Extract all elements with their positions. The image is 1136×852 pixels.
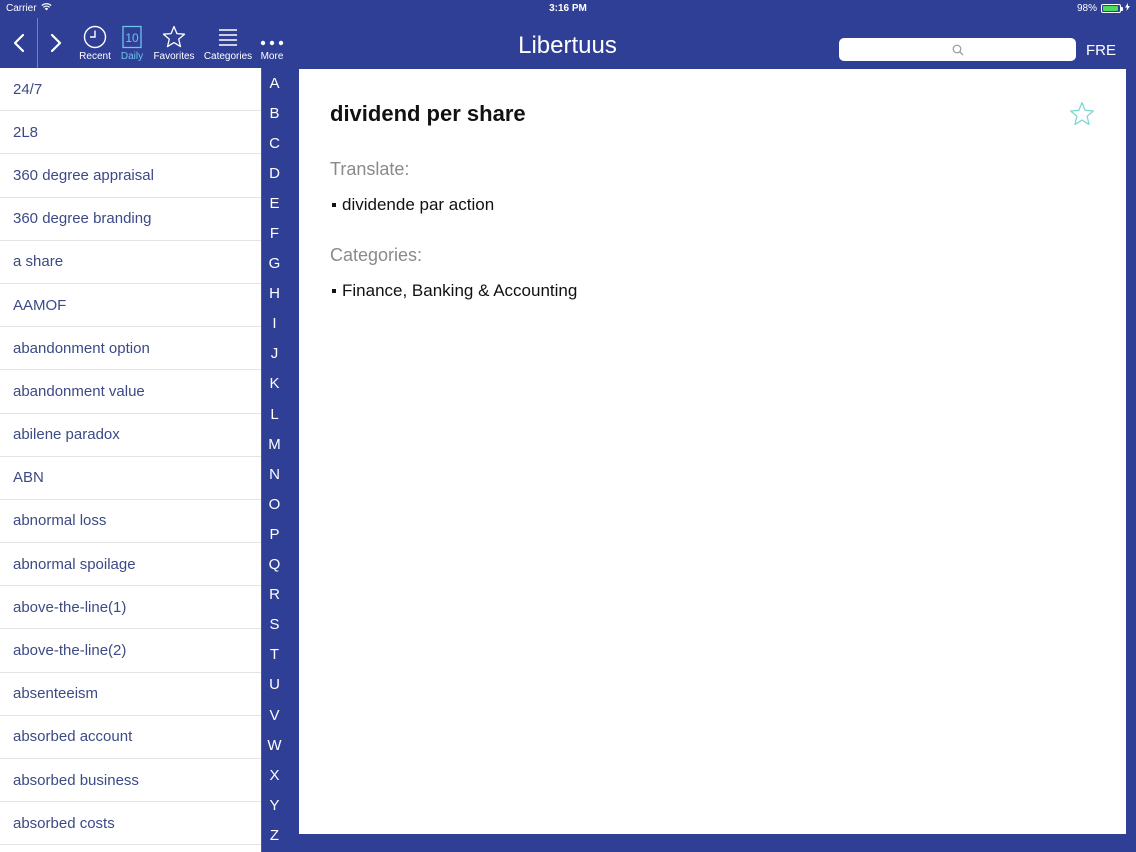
status-time: 3:16 PM bbox=[549, 3, 587, 14]
list-item[interactable]: above-the-line(2) bbox=[0, 629, 261, 673]
chevron-left-icon bbox=[13, 33, 25, 53]
search-box[interactable] bbox=[839, 38, 1076, 61]
index-letter[interactable]: L bbox=[262, 399, 287, 429]
app-title: Libertuus bbox=[518, 32, 617, 59]
list-item[interactable]: 360 degree branding bbox=[0, 198, 261, 241]
language-button[interactable]: FRE bbox=[1086, 42, 1116, 59]
favorite-toggle[interactable] bbox=[1069, 101, 1095, 127]
index-letter[interactable]: T bbox=[262, 640, 287, 670]
daily-button[interactable]: 10 Daily bbox=[118, 24, 146, 66]
categories-label: Categories bbox=[203, 51, 253, 62]
recent-button[interactable]: Recent bbox=[78, 24, 112, 66]
list-item[interactable]: a share bbox=[0, 241, 261, 284]
nav-divider bbox=[37, 18, 38, 68]
index-letter[interactable]: S bbox=[262, 610, 287, 640]
star-icon bbox=[162, 25, 186, 48]
daily-number: 10 bbox=[125, 31, 139, 45]
search-input[interactable] bbox=[839, 38, 1076, 61]
list-item[interactable]: 360 degree appraisal bbox=[0, 154, 261, 198]
list-icon bbox=[219, 29, 237, 46]
charging-icon bbox=[1125, 3, 1130, 14]
index-letter[interactable]: U bbox=[262, 670, 287, 700]
list-item[interactable]: absenteeism bbox=[0, 673, 261, 716]
battery-percent: 98% bbox=[1076, 3, 1097, 14]
detail-pane: dividend per share Translate: dividende … bbox=[299, 69, 1126, 834]
index-letter[interactable]: I bbox=[262, 309, 287, 339]
list-item[interactable]: absorbed account bbox=[0, 716, 261, 759]
index-letter[interactable]: Y bbox=[262, 790, 287, 820]
list-item[interactable]: abandonment option bbox=[0, 327, 261, 371]
star-outline-icon bbox=[1069, 101, 1095, 126]
word-list[interactable]: 24/7 2L8 360 degree appraisal 360 degree… bbox=[0, 68, 261, 852]
category-item[interactable]: Finance, Banking & Accounting bbox=[332, 281, 577, 301]
bullet-icon bbox=[332, 289, 336, 293]
translate-heading: Translate: bbox=[330, 159, 410, 179]
list-item[interactable]: absorbed business bbox=[0, 759, 261, 803]
index-letter[interactable]: X bbox=[262, 760, 287, 790]
list-item[interactable]: above-the-line(1) bbox=[0, 586, 261, 630]
daily-label: Daily bbox=[120, 51, 144, 62]
clock-icon bbox=[83, 25, 107, 49]
list-item[interactable]: abnormal spoilage bbox=[0, 543, 261, 587]
status-right: 98% bbox=[1077, 3, 1130, 14]
index-letter[interactable]: N bbox=[262, 459, 287, 489]
list-item[interactable]: abilene paradox bbox=[0, 414, 261, 457]
bullet-icon bbox=[332, 203, 336, 207]
index-letter[interactable]: O bbox=[262, 489, 287, 519]
ellipsis-icon bbox=[260, 40, 284, 46]
list-item[interactable]: abandonment value bbox=[0, 370, 261, 414]
index-letter[interactable]: E bbox=[262, 188, 287, 218]
recent-label: Recent bbox=[79, 51, 111, 62]
index-letter[interactable]: W bbox=[262, 730, 287, 760]
index-letter[interactable]: D bbox=[262, 158, 287, 188]
alphabet-index[interactable]: A B C D E F G H I J K L M N O P Q R S T … bbox=[261, 68, 287, 852]
forward-button[interactable] bbox=[41, 28, 71, 58]
status-bar: Carrier 3:16 PM 98% bbox=[0, 0, 1136, 18]
index-letter[interactable]: Z bbox=[262, 820, 287, 850]
back-button[interactable] bbox=[4, 28, 34, 58]
calendar-icon: 10 bbox=[122, 25, 142, 49]
favorites-button[interactable]: Favorites bbox=[152, 24, 196, 66]
battery-icon bbox=[1101, 4, 1123, 13]
list-item[interactable]: 24/7 bbox=[0, 68, 261, 112]
translation-item: dividende par action bbox=[332, 195, 494, 215]
chevron-right-icon bbox=[50, 33, 62, 53]
list-item[interactable]: ABN bbox=[0, 457, 261, 500]
categories-heading: Categories: bbox=[330, 245, 423, 265]
more-button[interactable]: More bbox=[258, 24, 286, 66]
term-title: dividend per share bbox=[330, 101, 526, 126]
category-text: Finance, Banking & Accounting bbox=[342, 281, 578, 300]
favorites-label: Favorites bbox=[153, 51, 195, 62]
index-letter[interactable]: M bbox=[262, 429, 287, 459]
list-item[interactable]: absorbed costs bbox=[0, 802, 261, 846]
index-letter[interactable]: Q bbox=[262, 550, 287, 580]
nav-bar: Recent 10 Daily Favorites Categories Mor… bbox=[0, 18, 1136, 68]
more-label: More bbox=[260, 51, 284, 62]
index-letter[interactable]: K bbox=[262, 369, 287, 399]
index-letter[interactable]: F bbox=[262, 218, 287, 248]
index-letter[interactable]: B bbox=[262, 98, 287, 128]
list-item[interactable]: AAMOF bbox=[0, 284, 261, 328]
index-letter[interactable]: G bbox=[262, 249, 287, 279]
list-item[interactable]: 2L8 bbox=[0, 111, 261, 155]
index-letter[interactable]: J bbox=[262, 339, 287, 369]
list-item[interactable]: abnormal loss bbox=[0, 500, 261, 544]
translation-text: dividende par action bbox=[342, 195, 495, 214]
index-letter[interactable]: R bbox=[262, 580, 287, 610]
index-letter[interactable]: V bbox=[262, 700, 287, 730]
index-letter[interactable]: C bbox=[262, 128, 287, 158]
index-letter[interactable]: A bbox=[262, 68, 287, 98]
index-letter[interactable]: P bbox=[262, 519, 287, 549]
index-letter[interactable]: H bbox=[262, 279, 287, 309]
categories-button[interactable]: Categories bbox=[200, 24, 256, 66]
